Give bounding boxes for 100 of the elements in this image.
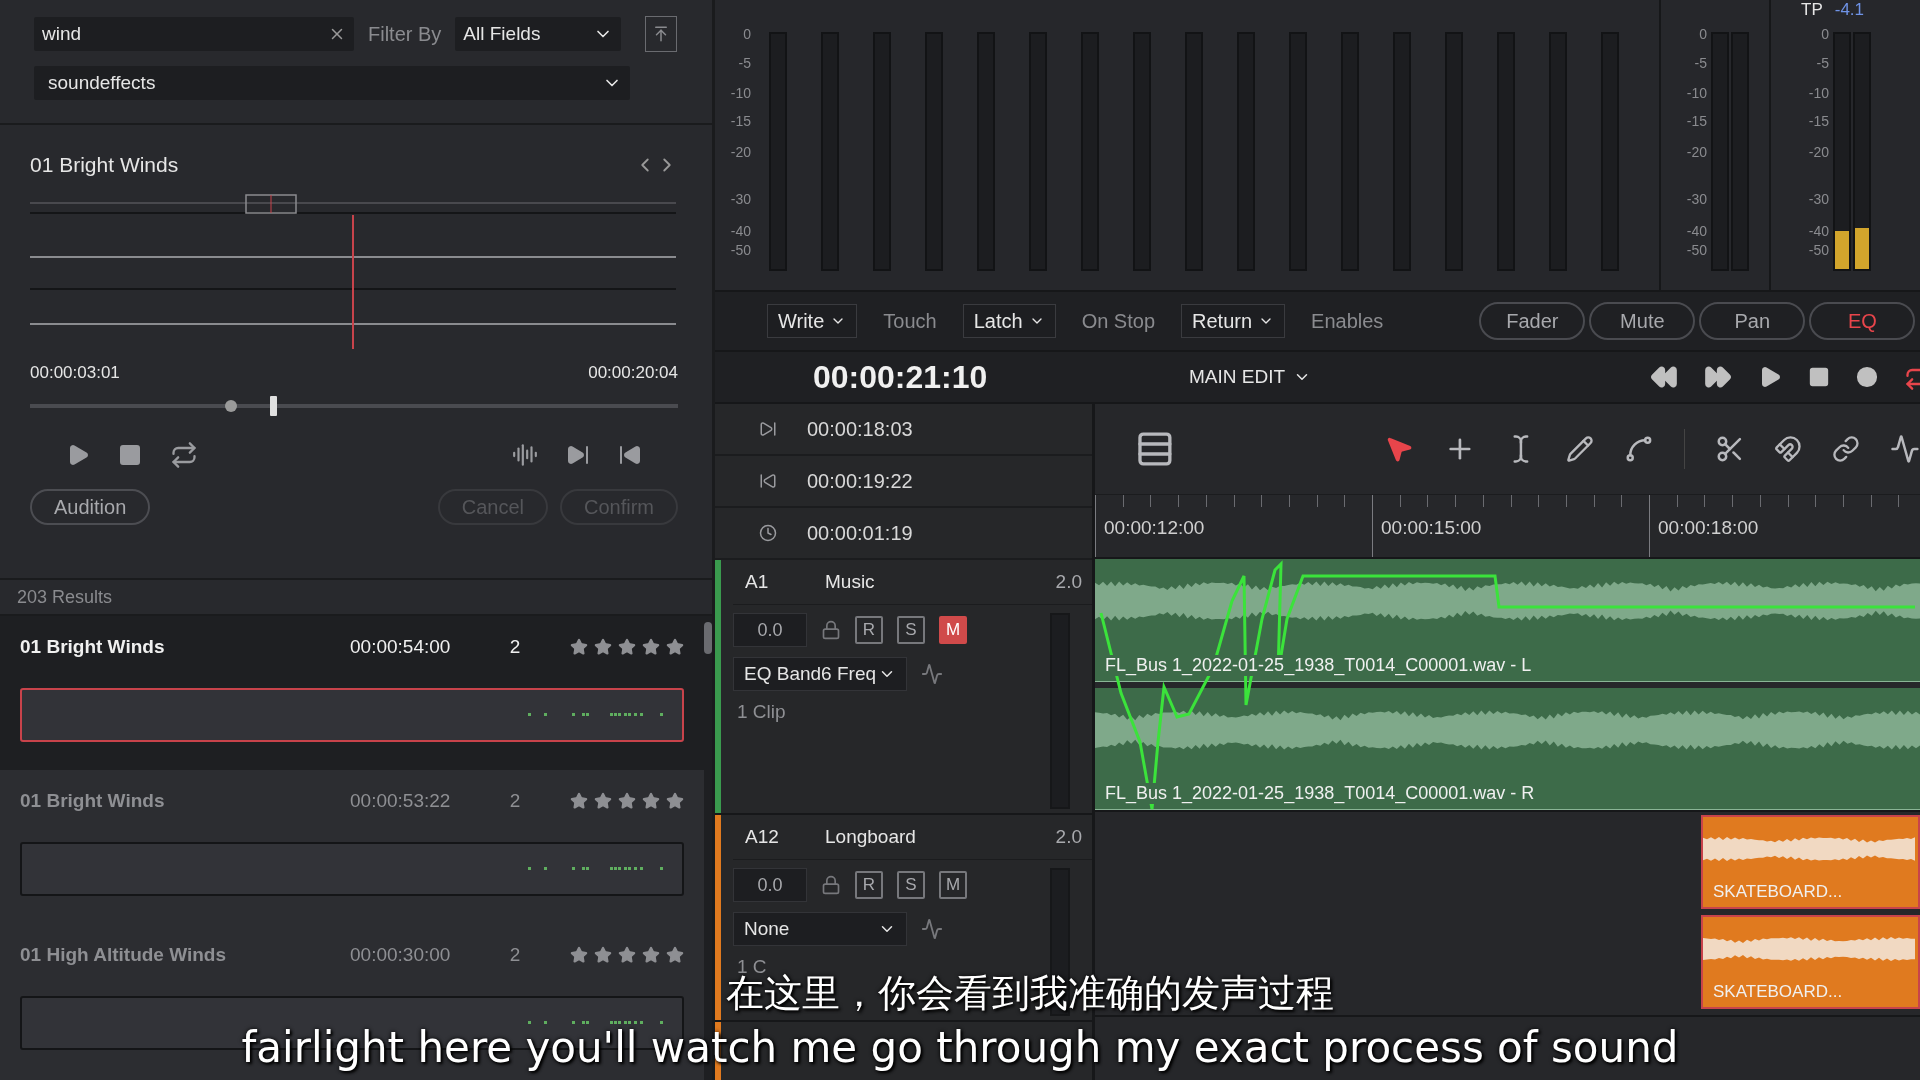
filter-label: Filter By xyxy=(368,22,442,46)
ruler-label: 00:00:12:00 xyxy=(1095,495,1372,557)
clip-title: 01 Bright Winds xyxy=(30,153,179,177)
clip-count: 1 Clip xyxy=(737,701,786,723)
clock-icon xyxy=(759,524,777,542)
solo-button[interactable]: S xyxy=(897,871,925,899)
marker-time: 00:00:18:03 xyxy=(807,417,913,441)
meter-scale-label: -20 xyxy=(1686,143,1707,160)
record-icon[interactable] xyxy=(1856,366,1878,388)
star-icon xyxy=(666,792,684,810)
meter-scale-label: -40 xyxy=(1808,223,1829,240)
star-icon xyxy=(594,638,612,656)
library-dropdown[interactable]: soundeffects xyxy=(34,66,630,100)
results-count: 203 Results xyxy=(17,586,113,608)
in-point-icon xyxy=(759,420,777,438)
result-channels: 2 xyxy=(508,944,522,966)
star-icon xyxy=(666,946,684,964)
result-channels: 2 xyxy=(508,790,522,812)
star-icon xyxy=(570,638,588,656)
enable-toggle[interactable]: EQ xyxy=(1809,302,1916,340)
automation-mode-label[interactable]: Touch xyxy=(883,309,937,333)
record-button[interactable]: R xyxy=(855,616,883,644)
loop-icon[interactable] xyxy=(170,441,198,469)
automation-select[interactable]: EQ Band6 Freq xyxy=(733,657,907,691)
meter-scale-label: -15 xyxy=(1686,112,1707,129)
meter-scale-label: -10 xyxy=(730,84,751,101)
track-id: A12 xyxy=(744,826,780,848)
enable-toggle[interactable]: Mute xyxy=(1589,302,1696,340)
star-icon xyxy=(642,638,660,656)
skip-back-icon[interactable] xyxy=(618,443,642,467)
volume-field[interactable]: 0.0 xyxy=(733,868,807,902)
meter-scale-label: -20 xyxy=(1808,143,1829,160)
curve-icon[interactable] xyxy=(1890,434,1920,464)
skip-forward-icon[interactable] xyxy=(566,443,590,467)
automation-mode-dropdown[interactable]: Write xyxy=(767,304,858,338)
lock-icon[interactable] xyxy=(821,875,841,895)
result-name[interactable]: 01 Bright Winds xyxy=(20,790,350,812)
solo-button[interactable]: S xyxy=(897,616,925,644)
automation-select[interactable]: None xyxy=(733,912,907,946)
result-duration: 00:00:53:22 xyxy=(350,790,452,812)
ruler-label: 00:00:18:00 xyxy=(1649,495,1920,557)
link-icon[interactable] xyxy=(1832,435,1861,463)
meter-scale-label: -5 xyxy=(738,55,751,72)
enable-toggle[interactable]: Pan xyxy=(1699,302,1806,340)
magnet-icon[interactable] xyxy=(1774,435,1803,463)
star-icon xyxy=(618,792,636,810)
stop-icon[interactable] xyxy=(118,443,142,467)
meter-scale-label: -50 xyxy=(1808,242,1829,259)
true-peak-label: TP xyxy=(1801,0,1823,20)
mute-button[interactable]: M xyxy=(939,616,967,644)
star-icon xyxy=(618,638,636,656)
out-point-icon xyxy=(759,472,777,490)
mute-button[interactable]: M xyxy=(939,871,967,899)
meter-scale-label: -15 xyxy=(1808,112,1829,129)
filter-dropdown[interactable]: All Fields xyxy=(455,17,622,51)
meter-scale-label: -40 xyxy=(1686,223,1707,240)
scrollbar-thumb[interactable] xyxy=(704,622,712,654)
meter-scale-label: 0 xyxy=(1821,26,1829,42)
start-time: 00:00:03:01 xyxy=(30,363,120,383)
result-name[interactable]: 01 High Altitude Winds xyxy=(20,944,350,966)
rewind-icon[interactable] xyxy=(1650,363,1678,391)
result-item[interactable]: 01 Bright Winds 00:00:54:00 2 xyxy=(0,616,704,770)
collapse-icon[interactable] xyxy=(645,16,678,52)
automation-mode-dropdown[interactable]: Latch xyxy=(962,304,1056,338)
automation-mode-label[interactable]: Enables xyxy=(1311,309,1384,333)
lock-icon[interactable] xyxy=(821,620,841,640)
audition-button[interactable]: Audition xyxy=(30,489,151,525)
automation-mode-label[interactable]: On Stop xyxy=(1081,309,1155,333)
meter-scale-label: -15 xyxy=(730,112,751,129)
result-duration: 00:00:54:00 xyxy=(350,636,452,658)
meter-scale-label: -30 xyxy=(1686,190,1707,207)
record-button[interactable]: R xyxy=(855,871,883,899)
volume-field[interactable]: 0.0 xyxy=(733,613,807,647)
star-icon xyxy=(642,792,660,810)
star-rating[interactable] xyxy=(570,946,684,964)
search-field[interactable]: wind xyxy=(34,17,354,51)
enable-toggle[interactable]: Fader xyxy=(1479,302,1586,340)
layout-icon[interactable] xyxy=(1135,429,1175,469)
star-icon xyxy=(666,638,684,656)
end-time: 00:00:20:04 xyxy=(588,363,678,383)
timeline-dropdown[interactable]: MAIN EDIT xyxy=(1183,365,1318,389)
meter-scale-label: -30 xyxy=(730,190,751,207)
track-format: 2.0 xyxy=(1055,571,1082,593)
result-name[interactable]: 01 Bright Winds xyxy=(20,636,350,658)
clip-name: SKATEBOARD... xyxy=(1712,982,1844,1002)
fast-forward-icon[interactable] xyxy=(1704,363,1732,391)
star-rating[interactable] xyxy=(570,638,684,656)
stop-icon[interactable] xyxy=(1808,366,1830,388)
waveform-icon[interactable] xyxy=(512,442,538,468)
automation-mode-dropdown[interactable]: Return xyxy=(1181,304,1286,338)
star-rating[interactable] xyxy=(570,792,684,810)
meter-scale-label: -40 xyxy=(730,223,751,240)
star-icon xyxy=(570,792,588,810)
automation-curve-icon[interactable] xyxy=(921,663,943,685)
meter-scale-label: -50 xyxy=(1686,242,1707,259)
meter-scale-label: -50 xyxy=(730,242,751,259)
pencil-icon[interactable] xyxy=(1565,435,1594,463)
audio-clip[interactable]: FL_Bus 1_2022-01-25_1938_T0014_C00001.wav - R xyxy=(1095,687,1920,810)
audio-clip[interactable]: FL_Bus 1_2022-01-25_1938_T0014_C00001.wav - L xyxy=(1095,559,1920,682)
automation-curve-icon[interactable] xyxy=(921,918,943,940)
